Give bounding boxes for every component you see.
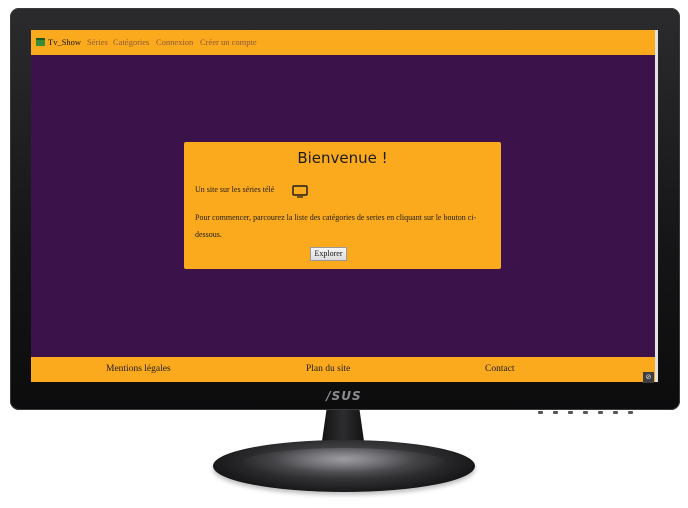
nav-link-series[interactable]: Séries bbox=[87, 30, 108, 55]
monitor-base-highlight bbox=[242, 448, 446, 478]
corner-settings-icon[interactable]: ⊘ bbox=[643, 372, 654, 383]
screen: Tv_Show Séries Catégories Connexion Crée… bbox=[31, 30, 655, 382]
clapperboard-icon bbox=[36, 38, 45, 46]
monitor-brand-logo: /SUS bbox=[326, 389, 362, 403]
footer-link-sitemap[interactable]: Plan du site bbox=[306, 364, 350, 374]
footer-link-legal[interactable]: Mentions légales bbox=[106, 364, 171, 374]
welcome-subtitle: Un site sur les séries télé bbox=[195, 185, 275, 194]
nav-brand[interactable]: Tv_Show bbox=[36, 30, 81, 55]
monitor-buttons bbox=[538, 401, 648, 414]
scrollbar[interactable] bbox=[655, 30, 658, 382]
nav-link-create-account[interactable]: Créer un compte bbox=[200, 30, 257, 55]
welcome-description: Pour commencer, parcourez la liste des c… bbox=[195, 213, 477, 239]
welcome-title: Bienvenue ! bbox=[297, 149, 388, 167]
tv-icon bbox=[292, 185, 308, 198]
nav-link-connexion[interactable]: Connexion bbox=[156, 30, 193, 55]
navbar: Tv_Show Séries Catégories Connexion Crée… bbox=[31, 30, 655, 55]
nav-brand-label: Tv_Show bbox=[48, 37, 82, 47]
nav-link-categories[interactable]: Catégories bbox=[113, 30, 149, 55]
explore-button[interactable]: Explorer bbox=[310, 247, 347, 261]
footer: Mentions légales Plan du site Contact bbox=[31, 357, 655, 382]
welcome-card: Bienvenue ! Un site sur les séries télé … bbox=[184, 142, 501, 269]
footer-link-contact[interactable]: Contact bbox=[485, 364, 515, 374]
